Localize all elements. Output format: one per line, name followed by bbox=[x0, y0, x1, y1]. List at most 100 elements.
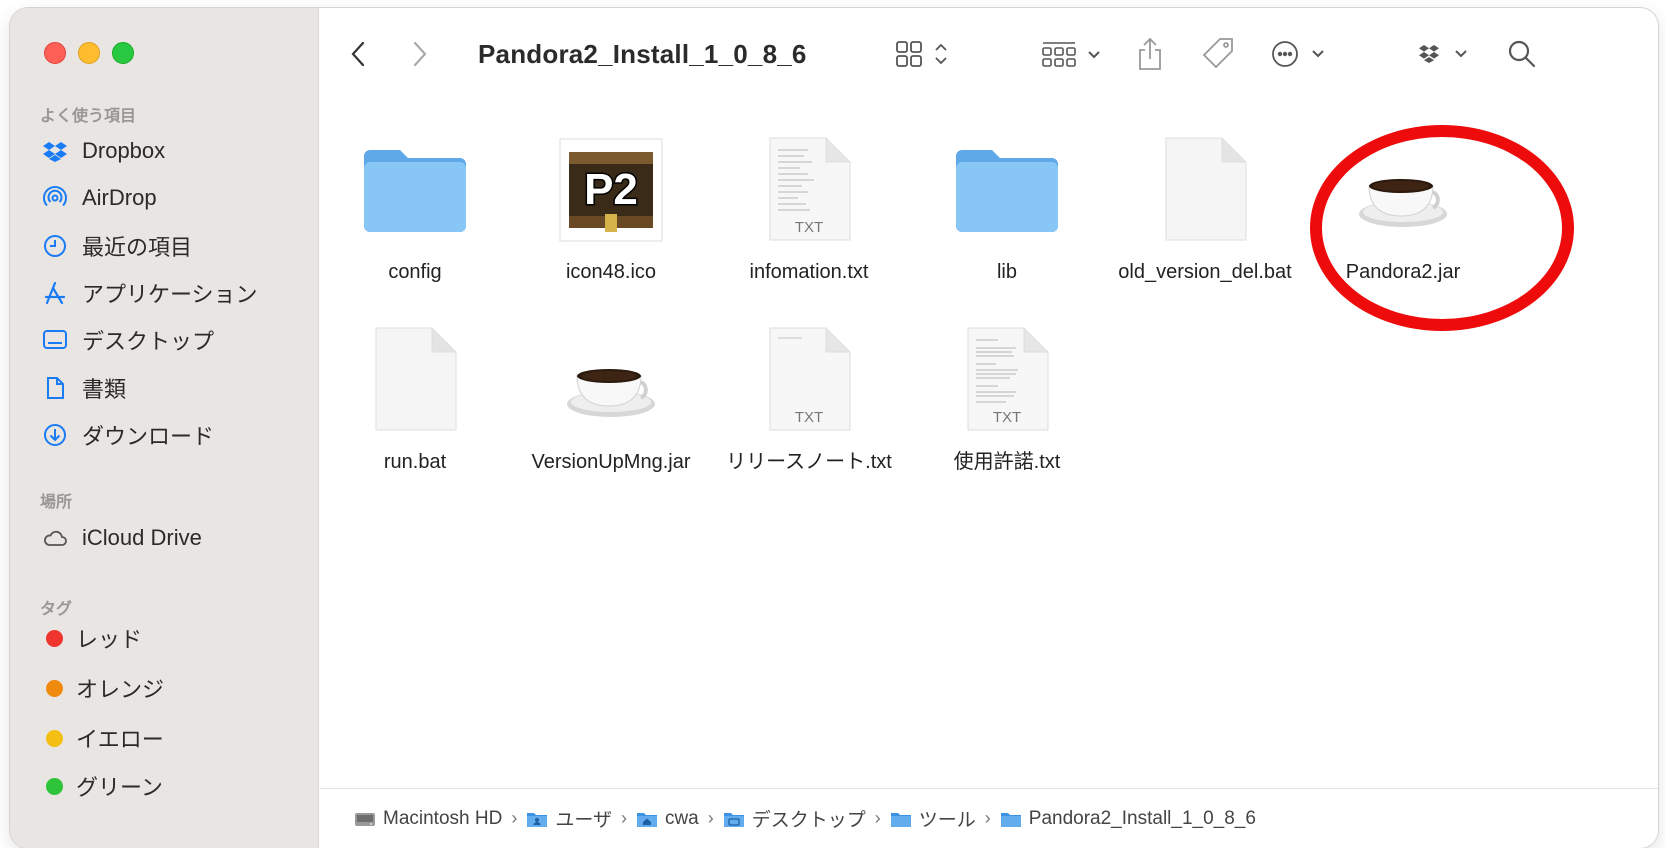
file-item-release-notes-txt[interactable]: TXT リリースノート.txt bbox=[714, 320, 904, 476]
view-mode-button[interactable] bbox=[892, 34, 956, 74]
folder-icon bbox=[1000, 810, 1022, 828]
txt-badge: TXT bbox=[795, 219, 823, 236]
path-bar: Macintosh HD › ユーザ › cwa › デスクトップ › ツール … bbox=[320, 788, 1658, 848]
toolbar: Pandora2_Install_1_0_8_6 bbox=[320, 8, 1658, 100]
close-button[interactable] bbox=[44, 42, 66, 64]
zoom-button[interactable] bbox=[112, 42, 134, 64]
tag-color-dot bbox=[46, 729, 63, 747]
sidebar-item-icloud-drive[interactable]: iCloud Drive bbox=[40, 518, 202, 558]
file-item-lib[interactable]: lib bbox=[912, 130, 1102, 286]
file-name: VersionUpMng.jar bbox=[531, 451, 691, 473]
folder-icon bbox=[890, 810, 912, 828]
file-item-infomation-txt[interactable]: TXT infomation.txt bbox=[714, 130, 904, 286]
highlight-annotation bbox=[1310, 125, 1574, 331]
file-name: lib bbox=[996, 261, 1017, 283]
file-item-run-bat[interactable]: run.bat bbox=[320, 320, 510, 476]
group-button[interactable] bbox=[1040, 34, 1106, 74]
sidebar-item-dropbox[interactable]: Dropbox bbox=[40, 131, 165, 171]
share-button[interactable] bbox=[1135, 34, 1165, 74]
chevron-left-icon bbox=[351, 41, 365, 67]
ellipsis-circle-icon bbox=[1272, 41, 1324, 67]
ico-badge-text: P2 bbox=[584, 165, 638, 214]
search-button[interactable] bbox=[1506, 34, 1538, 74]
path-crumb-desktop[interactable]: デスクトップ › bbox=[723, 805, 890, 832]
text-document-icon: TXT bbox=[749, 130, 869, 250]
file-item-config[interactable]: config bbox=[320, 130, 510, 286]
back-button[interactable] bbox=[348, 34, 368, 74]
path-separator: › bbox=[984, 808, 991, 828]
file-item-icon48-ico[interactable]: P2 icon48.ico bbox=[516, 130, 706, 286]
path-crumb-cwa[interactable]: cwa › bbox=[636, 808, 723, 830]
path-crumb-users[interactable]: ユーザ › bbox=[526, 805, 636, 832]
sidebar-item-label: ダウンロード bbox=[82, 424, 215, 449]
chevron-right-icon bbox=[413, 41, 427, 67]
sidebar-tag-red[interactable]: レッド bbox=[40, 618, 142, 658]
path-crumb-label: Pandora2_Install_1_0_8_6 bbox=[1028, 807, 1256, 829]
sidebar-item-documents[interactable]: 書類 bbox=[40, 368, 126, 408]
more-actions-button[interactable] bbox=[1270, 34, 1330, 74]
dropbox-menu-button[interactable] bbox=[1416, 34, 1474, 74]
minimize-button[interactable] bbox=[78, 42, 100, 64]
sidebar-item-downloads[interactable]: ダウンロード bbox=[40, 415, 214, 455]
file-item-old-version-del-bat[interactable]: old_version_del.bat bbox=[1110, 130, 1300, 286]
sidebar-item-label: AirDrop bbox=[82, 185, 157, 210]
blank-document-icon bbox=[355, 320, 475, 440]
tag-button[interactable] bbox=[1200, 34, 1236, 74]
desktop-folder-icon bbox=[723, 810, 745, 828]
clock-icon bbox=[40, 231, 70, 261]
icon-view-icon bbox=[896, 41, 947, 67]
path-crumb-current-folder[interactable]: Pandora2_Install_1_0_8_6 bbox=[1000, 808, 1256, 830]
file-name: config bbox=[388, 261, 442, 283]
file-name: icon48.ico bbox=[565, 261, 657, 283]
sidebar-item-label: 書類 bbox=[82, 377, 127, 402]
sidebar-item-label: 最近の項目 bbox=[82, 235, 193, 260]
file-name: run.bat bbox=[383, 451, 447, 473]
path-separator: › bbox=[707, 808, 714, 828]
dropbox-icon bbox=[1419, 45, 1467, 63]
forward-button[interactable] bbox=[410, 34, 430, 74]
download-icon bbox=[40, 420, 70, 450]
path-crumb-label: ツール bbox=[918, 810, 976, 831]
path-crumb-label: Macintosh HD bbox=[383, 807, 503, 829]
dropbox-icon bbox=[40, 136, 70, 166]
sidebar-item-airdrop[interactable]: AirDrop bbox=[40, 178, 157, 218]
desktop-icon bbox=[40, 325, 70, 355]
locations-header: 場所 bbox=[40, 494, 73, 511]
sidebar-item-label: オレンジ bbox=[76, 677, 165, 702]
sidebar-tag-green[interactable]: グリーン bbox=[40, 766, 163, 806]
sidebar-item-label: アプリケーション bbox=[82, 282, 258, 307]
users-folder-icon bbox=[526, 810, 548, 828]
sidebar-item-label: イエロー bbox=[76, 727, 164, 752]
path-crumb-macintosh-hd[interactable]: Macintosh HD › bbox=[354, 808, 526, 830]
sidebar-item-desktop[interactable]: デスクトップ bbox=[40, 320, 214, 360]
file-item-license-txt[interactable]: TXT 使用許諾.txt bbox=[912, 320, 1102, 476]
sidebar-tag-orange[interactable]: オレンジ bbox=[40, 668, 164, 708]
path-crumb-tools[interactable]: ツール › bbox=[890, 805, 1000, 832]
applications-icon bbox=[40, 278, 70, 308]
path-crumb-label: ユーザ bbox=[555, 810, 612, 831]
path-crumb-label: デスクトップ bbox=[751, 810, 866, 831]
tag-color-dot bbox=[46, 629, 63, 647]
tag-color-dot bbox=[46, 679, 63, 697]
sidebar-item-applications[interactable]: アプリケーション bbox=[40, 273, 258, 313]
file-name: リリースノート.txt bbox=[726, 451, 892, 473]
tag-icon bbox=[1202, 38, 1233, 69]
file-item-versionupmng-jar[interactable]: VersionUpMng.jar bbox=[516, 320, 706, 476]
txt-badge: TXT bbox=[795, 409, 823, 426]
sidebar-item-recents[interactable]: 最近の項目 bbox=[40, 226, 192, 266]
sidebar-item-label: iCloud Drive bbox=[82, 525, 202, 550]
sidebar-tag-yellow[interactable]: イエロー bbox=[40, 718, 164, 758]
sidebar-item-label: グリーン bbox=[76, 775, 163, 800]
share-icon bbox=[1139, 37, 1161, 70]
tags-header: タグ bbox=[40, 601, 73, 618]
window-controls bbox=[44, 42, 134, 64]
sidebar: よく使う項目 Dropbox AirDrop 最近の項目 アプリケーション デス… bbox=[10, 8, 319, 848]
finder-window: よく使う項目 Dropbox AirDrop 最近の項目 アプリケーション デス… bbox=[10, 8, 1658, 848]
file-name: infomation.txt bbox=[749, 261, 869, 283]
search-icon bbox=[1508, 40, 1536, 68]
text-document-icon: TXT bbox=[749, 320, 869, 440]
airdrop-icon bbox=[40, 183, 70, 213]
cloud-icon bbox=[40, 523, 70, 553]
group-icon bbox=[1042, 42, 1100, 67]
java-coffee-cup-icon bbox=[551, 320, 671, 440]
